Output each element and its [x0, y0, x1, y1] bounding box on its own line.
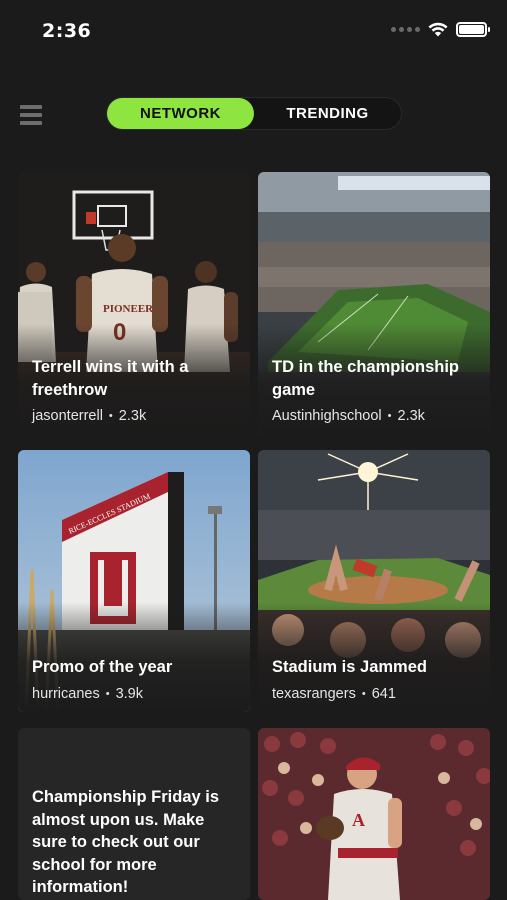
post-text: Championship Friday is almost upon us. M… — [32, 788, 220, 896]
post-meta: texasrangers • 641 — [272, 686, 396, 702]
post-card[interactable]: A — [258, 728, 490, 900]
status-bar: 2:36 — [0, 0, 507, 62]
post-title: Promo of the year — [32, 658, 173, 676]
post-author: Austinhighschool — [272, 408, 382, 424]
feed-tabs: NETWORK TRENDING — [106, 97, 402, 130]
post-title: Stadium is Jammed — [272, 658, 427, 676]
status-time: 2:36 — [42, 20, 92, 42]
post-title: Terrell wins it with a freethrow — [32, 358, 189, 399]
tab-network[interactable]: NETWORK — [107, 98, 254, 129]
separator-dot: • — [361, 688, 366, 701]
post-card[interactable]: TD in the championship game Austinhighsc… — [258, 172, 490, 434]
status-icons — [391, 22, 490, 37]
separator-dot: • — [108, 410, 113, 423]
post-card[interactable]: Stadium is Jammed texasrangers • 641 — [258, 450, 490, 712]
post-meta: hurricanes • 3.9k — [32, 686, 143, 702]
post-meta: jasonterrell • 2.3k — [32, 408, 146, 424]
post-title: TD in the championship game — [272, 358, 460, 399]
post-card[interactable]: RICE-ECCLES STADIUM Promo of the year hu… — [18, 450, 250, 712]
baseball-pitcher-image: A — [258, 728, 490, 900]
hamburger-menu-icon[interactable] — [20, 105, 42, 125]
svg-text:A: A — [352, 810, 365, 830]
post-views: 2.3k — [118, 408, 147, 424]
post-author: texasrangers — [272, 686, 356, 702]
svg-text:PIONEERS: PIONEERS — [103, 303, 159, 315]
wifi-icon — [428, 22, 448, 37]
post-meta: Austinhighschool • 2.3k — [272, 408, 425, 424]
post-views: 3.9k — [115, 686, 143, 702]
post-views: 2.3k — [397, 408, 425, 424]
post-author: hurricanes — [32, 686, 100, 702]
cellular-signal-icon — [391, 27, 420, 32]
post-views: 641 — [371, 686, 396, 702]
separator-dot: • — [105, 688, 110, 701]
separator-dot: • — [387, 410, 392, 423]
battery-icon — [456, 22, 490, 37]
post-card[interactable]: PIONEERS 0 Terrell wins it with a freeth… — [18, 172, 250, 434]
text-post-card[interactable]: Championship Friday is almost upon us. M… — [18, 728, 250, 900]
tab-trending[interactable]: TRENDING — [254, 98, 401, 129]
post-author: jasonterrell — [32, 408, 103, 424]
